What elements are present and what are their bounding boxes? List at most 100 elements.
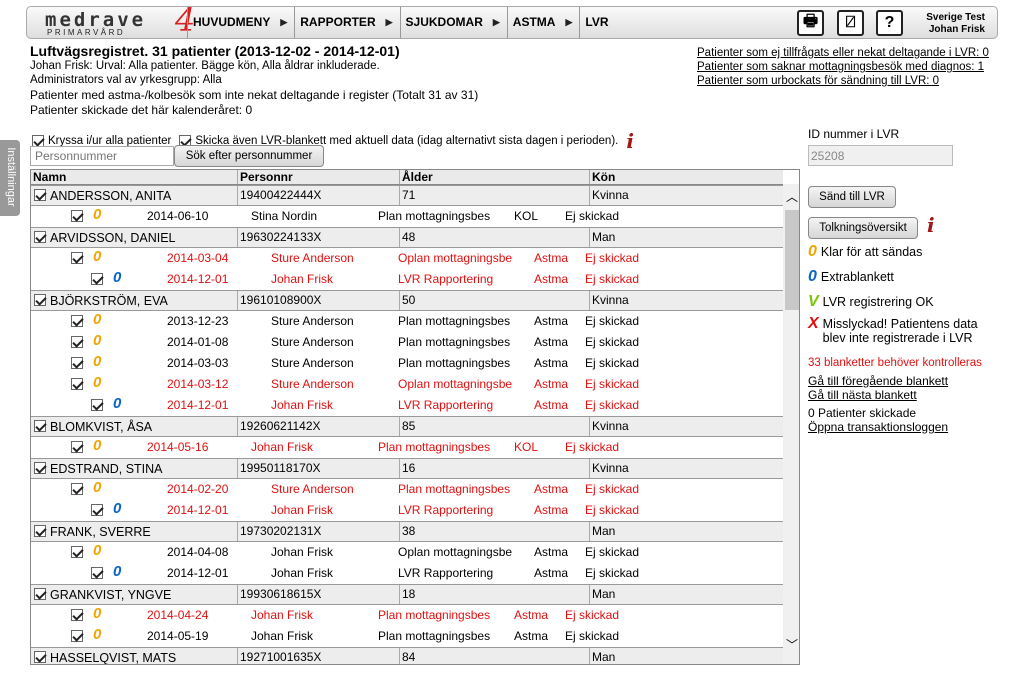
col-name[interactable]: Namn (33, 170, 66, 184)
visit-row[interactable]: 0 2014-05-16 Johan Frisk Plan mottagningsbe… (31, 437, 783, 458)
col-pnr[interactable]: Personnr (237, 170, 293, 184)
interpretation-overview-button[interactable]: Tolkningsöversikt (808, 217, 918, 239)
visit-status: Ej skickad (585, 398, 640, 412)
visit-status: Ej skickad (585, 482, 640, 496)
visit-checkbox[interactable] (71, 483, 83, 495)
overview-info-icon[interactable]: i (927, 213, 935, 237)
help-icon[interactable]: ? (876, 10, 903, 36)
visit-checkbox[interactable] (71, 546, 83, 558)
visit-row[interactable]: 0 2014-03-04 Sture Anderson Oplan mottagnin… (31, 248, 783, 269)
patient-name[interactable]: ANDERSSON, ANITA (50, 189, 171, 203)
patient-name[interactable]: FRANK, SVERRE (50, 525, 151, 539)
visit-checkbox[interactable] (91, 399, 103, 411)
patient-name[interactable]: EDSTRAND, STINA (50, 462, 163, 476)
menu-item-label: ASTMA (512, 15, 556, 29)
visit-checkbox[interactable] (71, 315, 83, 327)
visit-row[interactable]: 0 2014-02-20 Sture Anderson Plan mottagning… (31, 479, 783, 500)
patient-checkbox[interactable] (34, 588, 46, 600)
col-sex[interactable]: Kön (589, 170, 615, 184)
visit-row[interactable]: 0 2014-04-08 Johan Frisk Oplan mottagningsb… (31, 542, 783, 563)
patient-row[interactable]: GRANKVIST, YNGVE 19930618615X 18 Man (31, 584, 783, 605)
link-missing-visit[interactable]: Patienter som saknar mottagningsbesök me… (697, 60, 997, 74)
visit-checkbox[interactable] (71, 609, 83, 621)
patient-row[interactable]: BJÖRKSTRÖM, EVA 19610108900X 50 Kvinna (31, 290, 783, 311)
next-form-link[interactable]: Gå till nästa blankett (808, 388, 917, 402)
patient-checkbox[interactable] (34, 462, 46, 474)
scroll-up-icon[interactable]: ︿ (786, 188, 798, 205)
link-unchecked[interactable]: Patienter som urbockats för sändning til… (697, 74, 997, 88)
patient-checkbox[interactable] (34, 189, 46, 201)
visit-row[interactable]: 0 2014-04-24 Johan Frisk Plan mottagningsbe… (31, 605, 783, 626)
patient-row[interactable]: ANDERSSON, ANITA 19400422444X 71 Kvinna (31, 185, 783, 206)
visit-row[interactable]: 0 2014-01-08 Sture Anderson Plan mottagning… (31, 332, 783, 353)
patient-checkbox[interactable] (34, 231, 46, 243)
menu-item[interactable]: LVR (579, 7, 615, 38)
patient-checkbox[interactable] (34, 651, 46, 663)
patient-checkbox[interactable] (34, 294, 46, 306)
visit-checkbox[interactable] (71, 252, 83, 264)
visit-row[interactable]: 0 2014-12-01 Johan Frisk LVR Rapportering As… (31, 395, 783, 416)
visit-row[interactable]: 0 2014-12-01 Johan Frisk LVR Rapportering As… (31, 563, 783, 584)
patient-checkbox[interactable] (34, 420, 46, 432)
visit-diagnosis: Astma (534, 482, 569, 496)
patient-row[interactable]: ARVIDSSON, DANIEL 19630224133X 48 Man (31, 227, 783, 248)
patient-name[interactable]: BLOMKVIST, ÅSA (50, 420, 152, 434)
status-orange-zero-icon: 0 (93, 311, 102, 328)
visit-checkbox[interactable] (71, 357, 83, 369)
patient-sex: Man (589, 522, 615, 541)
col-age[interactable]: Ålder (399, 170, 433, 184)
visit-row[interactable]: 0 2014-06-10 Stina Nordin Plan mottagningsb… (31, 206, 783, 227)
visit-checkbox[interactable] (71, 378, 83, 390)
visit-checkbox[interactable] (71, 630, 83, 642)
menu-item[interactable]: HUVUDMENY ▶ (187, 7, 294, 38)
visit-checkbox[interactable] (91, 504, 103, 516)
exit-door-icon[interactable]: ⍁ (837, 10, 864, 36)
scroll-down-icon[interactable]: ﹀ (786, 636, 798, 653)
visit-status: Ej skickad (585, 356, 640, 370)
visit-checkbox[interactable] (71, 441, 83, 453)
menu-item[interactable]: ASTMA ▶ (506, 7, 580, 38)
patient-name[interactable]: BJÖRKSTRÖM, EVA (50, 294, 168, 308)
summary-links: Patienter som ej tillfrågats eller nekat… (697, 46, 997, 88)
visit-status: Ej skickad (565, 629, 620, 643)
scroll-thumb[interactable] (785, 210, 799, 310)
medrave-logo[interactable]: medrave PRIMARVÅRD 4 (45, 4, 207, 37)
link-not-asked[interactable]: Patienter som ej tillfrågats eller nekat… (697, 46, 997, 60)
visit-row[interactable]: 0 2014-03-03 Sture Anderson Plan mottagning… (31, 353, 783, 374)
patient-row[interactable]: BLOMKVIST, ÅSA 19260621142X 85 Kvinna (31, 416, 783, 437)
sent-this-year-info: Patienter skickade det här kalenderåret:… (30, 103, 253, 117)
visit-row[interactable]: 0 2014-05-19 Johan Frisk Plan mottagningsbe… (31, 626, 783, 647)
visit-diagnosis: Astma (534, 251, 569, 265)
visit-checkbox[interactable] (71, 336, 83, 348)
personnummer-input[interactable] (30, 146, 174, 166)
patient-checkbox[interactable] (34, 525, 46, 537)
prev-form-link[interactable]: Gå till föregående blankett (808, 374, 948, 388)
legend-item: 0 Klar för att sändas (808, 244, 922, 260)
patient-row[interactable]: EDSTRAND, STINA 19950118170X 16 Kvinna (31, 458, 783, 479)
visit-checkbox[interactable] (91, 567, 103, 579)
search-button[interactable]: Sök efter personnummer (174, 145, 324, 167)
visit-row[interactable]: 0 2014-12-01 Johan Frisk LVR Rapportering As… (31, 269, 783, 290)
visit-row[interactable]: 0 2014-12-01 Johan Frisk LVR Rapportering As… (31, 500, 783, 521)
visit-row[interactable]: 0 2013-12-23 Sture Anderson Plan mottagning… (31, 311, 783, 332)
menu-item[interactable]: SJUKDOMAR ▶ (399, 7, 507, 38)
visit-row[interactable]: 0 2014-03-12 Sture Anderson Oplan mottagnin… (31, 374, 783, 395)
table-scrollbar[interactable]: ︿ ﹀ (783, 184, 799, 664)
visit-type: LVR Rapportering (398, 566, 494, 580)
send-to-lvr-button[interactable]: Sänd till LVR (808, 186, 896, 208)
settings-tab[interactable]: Inställningar (0, 140, 20, 216)
patient-name[interactable]: HASSELQVIST, MATS (50, 651, 176, 664)
patient-row[interactable]: HASSELQVIST, MATS 19271001635X 84 Man (31, 647, 783, 664)
print-icon[interactable]: 🖶 (797, 10, 824, 36)
menu-item-label: RAPPORTER (300, 15, 376, 29)
patient-name[interactable]: GRANKVIST, YNGVE (50, 588, 171, 602)
status-orange-zero-icon: 0 (93, 542, 102, 559)
visit-checkbox[interactable] (91, 273, 103, 285)
patient-name[interactable]: ARVIDSSON, DANIEL (50, 231, 176, 245)
lvr-id-field[interactable] (808, 145, 953, 166)
transaction-log-link[interactable]: Öppna transaktionsloggen (808, 420, 948, 434)
menu-item[interactable]: RAPPORTER ▶ (294, 7, 399, 38)
visit-checkbox[interactable] (71, 210, 83, 222)
patient-row[interactable]: FRANK, SVERRE 19730202131X 38 Man (31, 521, 783, 542)
info-icon[interactable]: i (626, 129, 634, 153)
